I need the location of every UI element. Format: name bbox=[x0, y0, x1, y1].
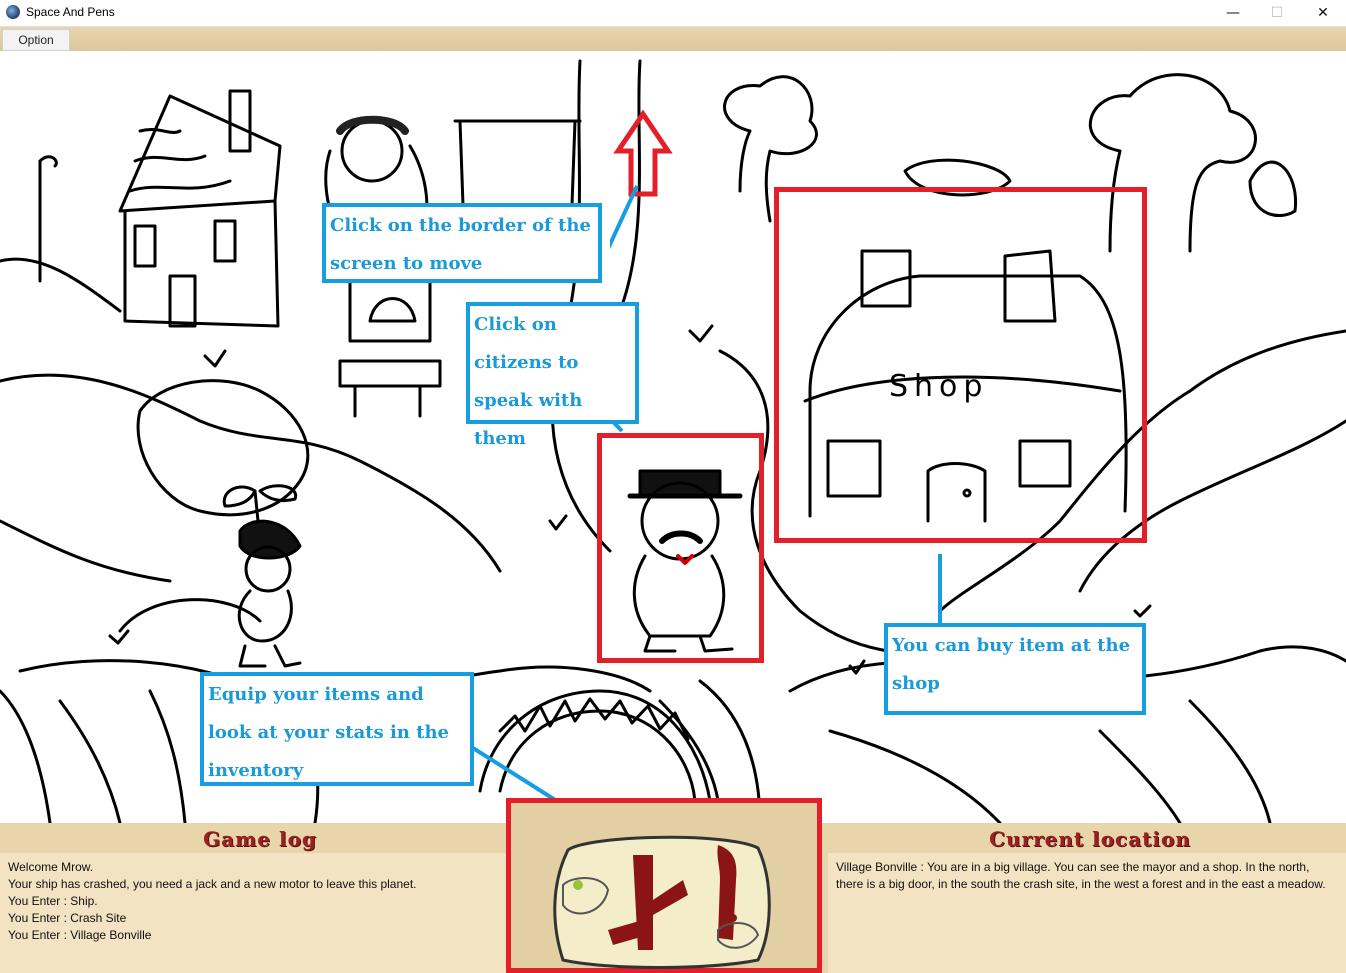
inventory-bag-icon[interactable] bbox=[548, 820, 778, 970]
log-line: You Enter : Village Bonville bbox=[8, 928, 152, 942]
callout-citizens: Click on citizens to speak with them bbox=[466, 302, 639, 449]
callout-shop: You can buy item at the shop bbox=[884, 623, 1146, 715]
log-line: You Enter : Crash Site bbox=[8, 911, 127, 925]
maximize-button[interactable]: ☐ bbox=[1254, 0, 1300, 26]
menu-bar: Option bbox=[0, 27, 1346, 51]
game-log-panel[interactable]: Welcome Mrow. Your ship has crashed, you… bbox=[0, 853, 508, 973]
close-button[interactable]: ✕ bbox=[1300, 0, 1346, 26]
log-line: Welcome Mrow. bbox=[8, 860, 94, 874]
game-scene[interactable]: Shop Click on the border of the screen t… bbox=[0, 51, 1346, 823]
current-location-panel: Village Bonville : You are in a big vill… bbox=[828, 853, 1346, 973]
menu-option[interactable]: Option bbox=[2, 29, 70, 51]
log-line: You Enter : Ship. bbox=[8, 894, 98, 908]
window-title: Space And Pens bbox=[26, 5, 115, 19]
current-location-text: Village Bonville : You are in a big vill… bbox=[836, 860, 1326, 891]
callout-inventory: Equip your items and look at your stats … bbox=[200, 672, 474, 786]
app-planet-icon bbox=[6, 5, 20, 19]
callout-move: Click on the border of the screen to mov… bbox=[322, 203, 602, 283]
game-log-title: Game log bbox=[203, 827, 317, 851]
window-titlebar: Space And Pens — ☐ ✕ bbox=[0, 0, 1346, 27]
current-location-title: Current location bbox=[989, 827, 1191, 851]
log-line: Your ship has crashed, you need a jack a… bbox=[8, 877, 417, 891]
minimize-button[interactable]: — bbox=[1210, 0, 1256, 26]
